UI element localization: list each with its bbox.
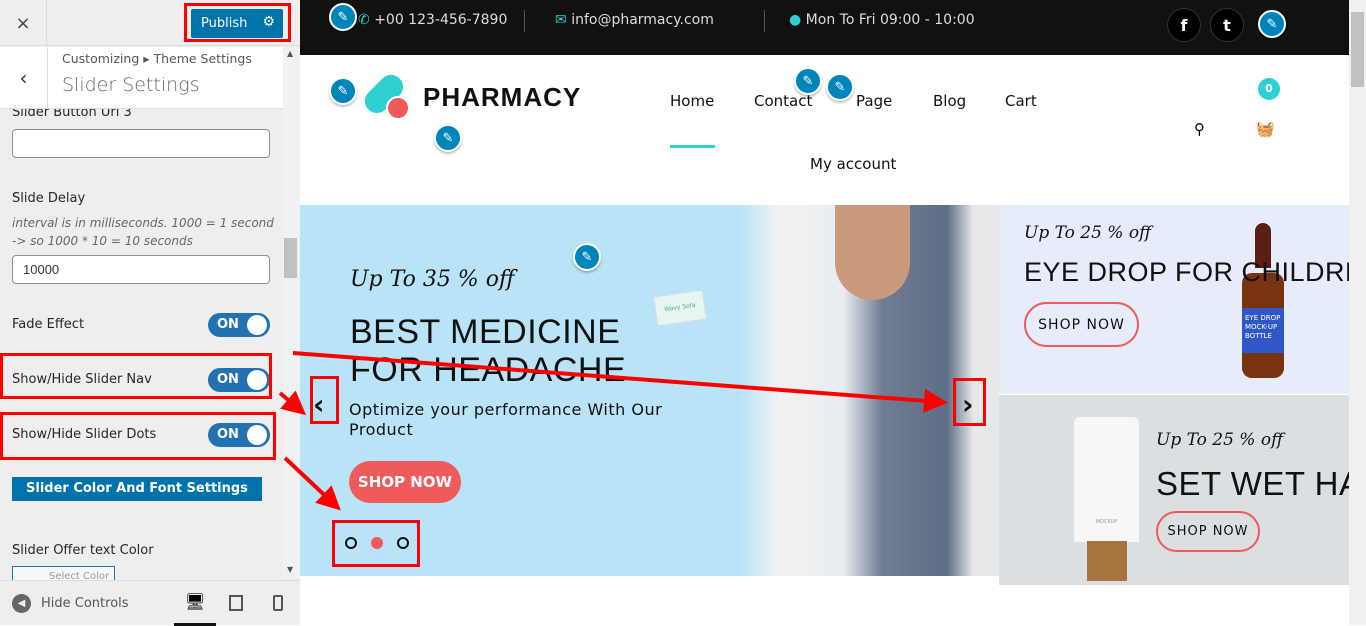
hours-text: Mon To Fri 09:00 - 10:00 [805, 12, 975, 28]
phone-info: ✆ +00 123-456-7890 [358, 12, 507, 28]
tube-cap [1087, 541, 1127, 581]
clock-icon: ● [789, 12, 802, 28]
slider-color-font-settings-button[interactable]: Slider Color And Font Settings [12, 477, 262, 501]
annotation-box-nav-toggle [0, 353, 272, 399]
product-card: Wavy Sofa [653, 289, 707, 327]
fade-effect-label: Fade Effect [12, 317, 85, 332]
banner-offer: Up To 25 % off [1156, 430, 1284, 450]
hours-info: ● Mon To Fri 09:00 - 10:00 [789, 12, 975, 28]
banner-eye-drop: EYE DROP MOCK-UP BOTTLE Up To 25 % off E… [999, 205, 1349, 394]
button-url-3-input[interactable] [12, 129, 270, 158]
banner-shop-now-button[interactable]: SHOP NOW [1156, 511, 1260, 552]
annotation-box-dots [332, 520, 420, 567]
back-button[interactable]: ‹ [0, 47, 48, 109]
edit-shortcut-icon[interactable]: ✎ [434, 124, 462, 152]
divider [524, 10, 525, 32]
edit-shortcut-icon[interactable]: ✎ [573, 243, 601, 271]
annotation-box-dots-toggle [0, 412, 276, 460]
slide-offer: Up To 35 % off [350, 267, 515, 292]
mobile-preview-icon[interactable] [273, 595, 283, 611]
nav-page[interactable]: Page [856, 92, 892, 110]
page-title: Slider Settings [62, 74, 200, 96]
email-text: info@pharmacy.com [571, 12, 714, 28]
nav-home[interactable]: Home [670, 92, 714, 110]
collapse-icon: ◀ [12, 594, 31, 613]
select-color-button[interactable]: Select Color [12, 566, 115, 580]
edit-shortcut-icon[interactable]: ✎ [794, 67, 822, 95]
annotation-box-next-arrow [953, 378, 986, 426]
scroll-up-icon[interactable]: ▲ [287, 49, 293, 58]
banner-offer: Up To 25 % off [1024, 223, 1152, 243]
banner-hair: MOCKUP Up To 25 % off SET WET HAIR SHOP … [999, 395, 1349, 585]
divider [764, 10, 765, 32]
phone-icon: ✆ [358, 12, 370, 28]
breadcrumb: Customizing ▸ Theme Settings [62, 51, 252, 66]
edit-shortcut-icon[interactable]: ✎ [329, 3, 357, 31]
email-info: ✉ info@pharmacy.com [555, 12, 714, 28]
slide-delay-input[interactable] [12, 255, 270, 284]
banner-shop-now-button[interactable]: SHOP NOW [1024, 302, 1139, 347]
logo-icon [358, 69, 410, 122]
cart-count-badge: 0 [1258, 78, 1280, 100]
site-logo-text[interactable]: PHARMACY [423, 82, 581, 113]
desktop-preview-icon[interactable]: 🖥 [174, 581, 216, 626]
banner-title: SET WET HAIR [1156, 465, 1349, 502]
edit-shortcut-icon[interactable]: ✎ [826, 73, 854, 101]
section-header: ‹ Customizing ▸ Theme Settings Slider Se… [0, 47, 283, 109]
slide-subtitle: Optimize your performance With Our Produ… [349, 400, 663, 439]
close-customizer-button[interactable]: × [0, 0, 47, 46]
mail-icon: ✉ [555, 12, 567, 28]
customizer-footer: ◀ Hide Controls 🖥 [0, 580, 300, 626]
site-topbar: ✆ +00 123-456-7890 ✉ info@pharmacy.com ●… [300, 0, 1349, 55]
hair-tube-image: MOCKUP [1074, 417, 1139, 542]
customizer-sidebar: × Publish ⚙ ‹ Customizing ▸ Theme Setting… [0, 0, 300, 626]
sidebar-scrollbar[interactable]: ▲ ▼ [283, 47, 300, 579]
cart-icon[interactable]: 🧺 [1256, 120, 1275, 138]
edit-shortcut-icon[interactable]: ✎ [329, 77, 357, 105]
facebook-icon[interactable]: f [1167, 8, 1201, 42]
site-preview: ✆ +00 123-456-7890 ✉ info@pharmacy.com ●… [300, 0, 1349, 625]
edit-shortcut-icon[interactable]: ✎ [1258, 10, 1286, 38]
nav-blog[interactable]: Blog [933, 92, 966, 110]
search-icon[interactable]: ⚲ [1194, 120, 1205, 138]
nav-cart[interactable]: Cart [1005, 92, 1037, 110]
slide-delay-label: Slide Delay [12, 191, 86, 206]
phone-text: +00 123-456-7890 [374, 12, 508, 28]
slide-shop-now-button[interactable]: SHOP NOW [349, 461, 461, 503]
scroll-down-icon[interactable]: ▼ [287, 565, 293, 574]
select-color-label: Select Color [49, 571, 110, 580]
tablet-preview-icon[interactable] [229, 595, 243, 611]
nav-contact[interactable]: Contact [754, 92, 812, 110]
twitter-icon[interactable]: t [1210, 8, 1244, 42]
slide-delay-description: interval is in milliseconds. 1000 = 1 se… [12, 216, 274, 248]
offer-text-color-label: Slider Offer text Color [12, 543, 154, 558]
annotation-box-prev-arrow [310, 376, 339, 424]
banner-title: EYE DROP FOR CHILDRENS [1024, 257, 1349, 287]
hide-controls-label: Hide Controls [41, 596, 129, 611]
preview-scrollbar[interactable] [1349, 0, 1366, 625]
bottle-label: EYE DROP MOCK-UP BOTTLE [1242, 308, 1284, 353]
nav-my-account[interactable]: My account [810, 155, 896, 173]
slide-title: BEST MEDICINE FOR HEADACHE [350, 313, 627, 389]
annotation-box-publish [184, 3, 291, 42]
eye-drop-bottle-image: EYE DROP MOCK-UP BOTTLE [1242, 223, 1284, 378]
scrollbar-thumb[interactable] [284, 238, 297, 278]
hide-controls-button[interactable]: ◀ Hide Controls [12, 594, 129, 613]
fade-effect-toggle[interactable]: ON [208, 313, 270, 337]
active-nav-indicator [670, 145, 715, 148]
scrollbar-thumb[interactable] [1351, 12, 1364, 87]
